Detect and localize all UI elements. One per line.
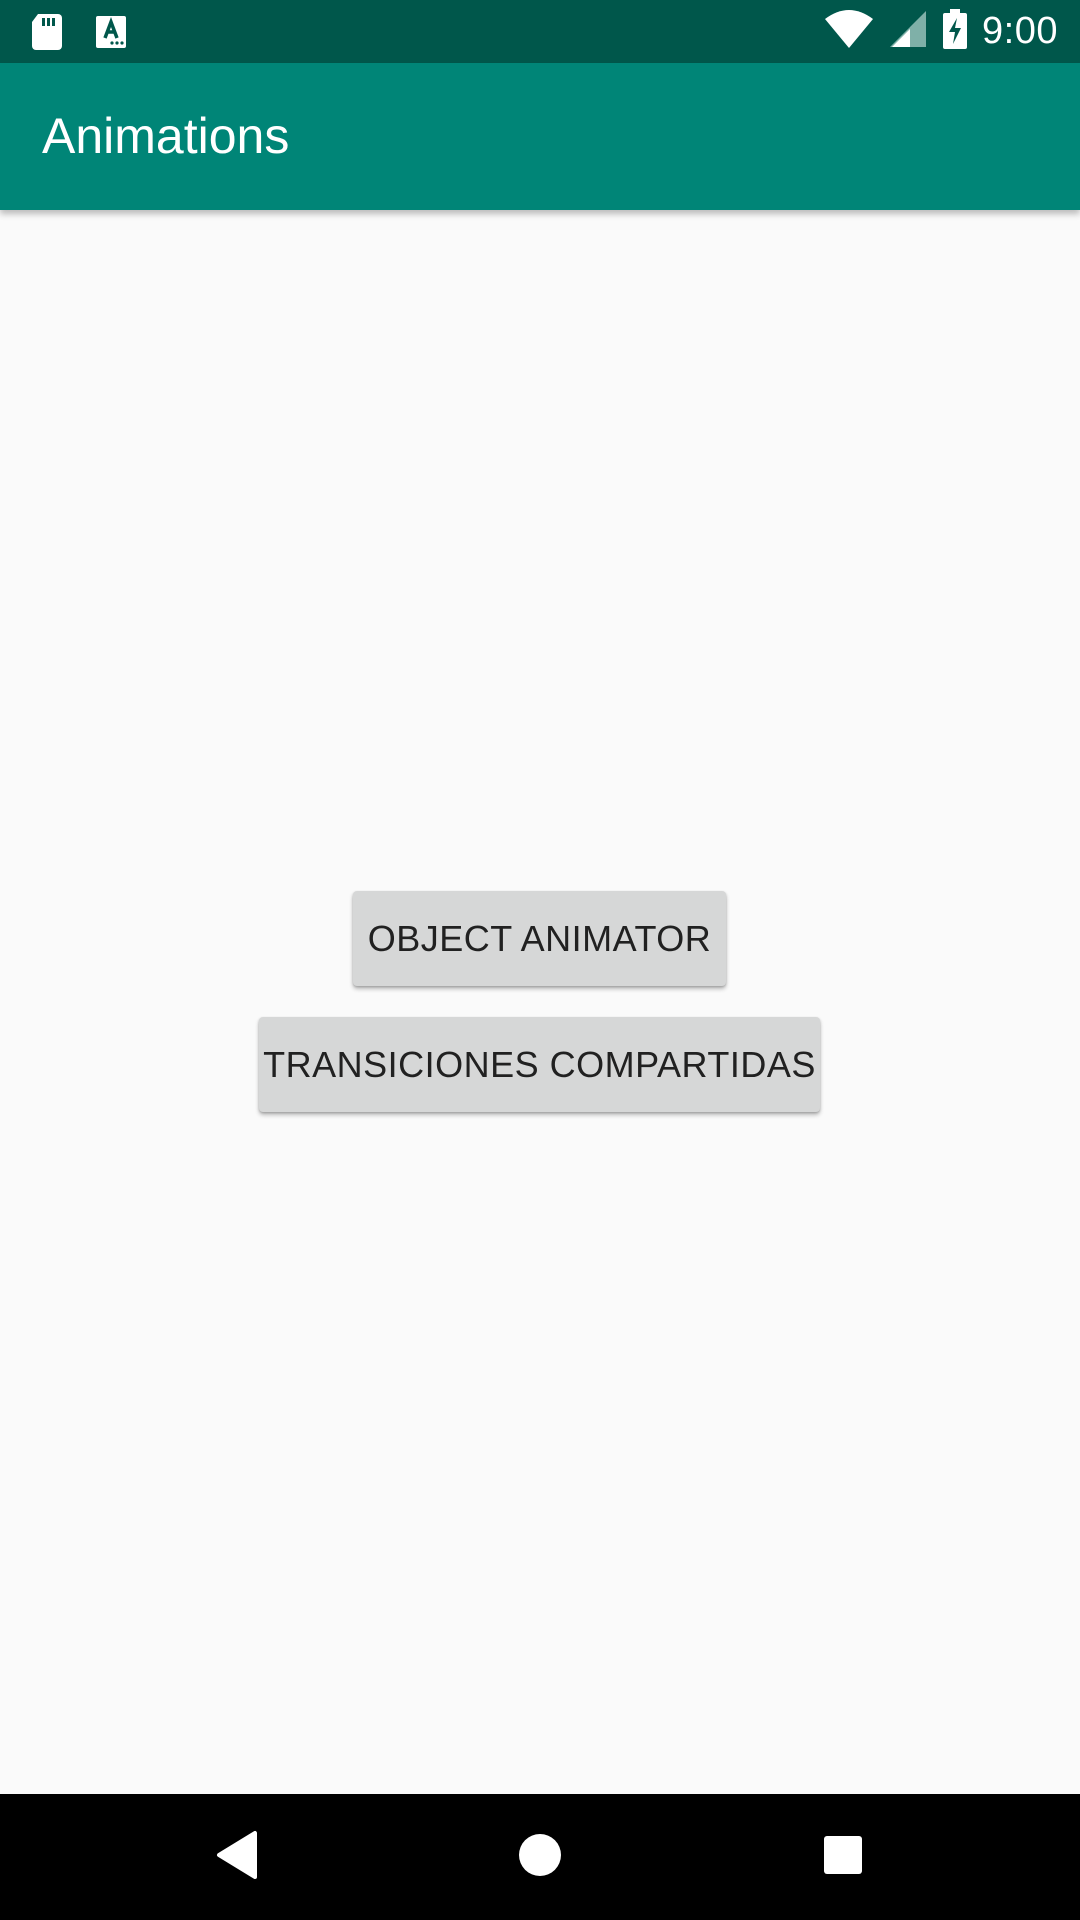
status-bar: 9:00 (0, 0, 1080, 63)
sd-card-icon (30, 12, 64, 57)
status-time: 9:00 (982, 10, 1058, 52)
wifi-icon (824, 9, 874, 54)
transiciones-compartidas-button[interactable]: TRANSICIONES COMPARTIDAS (259, 1017, 820, 1112)
status-notifications (30, 12, 128, 57)
home-icon (517, 1832, 563, 1883)
recents-icon (822, 1834, 864, 1881)
status-system: 9:00 (824, 0, 1058, 63)
battery-charging-icon (942, 8, 968, 55)
screen: 9:00 Animations OBJECT ANIMATOR TRANSICI… (0, 0, 1080, 1920)
recents-button[interactable] (780, 1794, 906, 1920)
home-button[interactable] (477, 1794, 603, 1920)
cell-signal-icon (888, 9, 928, 54)
object-animator-button[interactable]: OBJECT ANIMATOR (353, 891, 726, 986)
font-download-icon (94, 14, 128, 55)
app-bar: Animations (0, 63, 1080, 210)
main-content: OBJECT ANIMATOR TRANSICIONES COMPARTIDAS (0, 210, 1080, 1794)
navigation-bar (0, 1794, 1080, 1920)
back-button[interactable] (174, 1794, 300, 1920)
back-icon (215, 1830, 259, 1885)
app-title: Animations (42, 108, 290, 164)
